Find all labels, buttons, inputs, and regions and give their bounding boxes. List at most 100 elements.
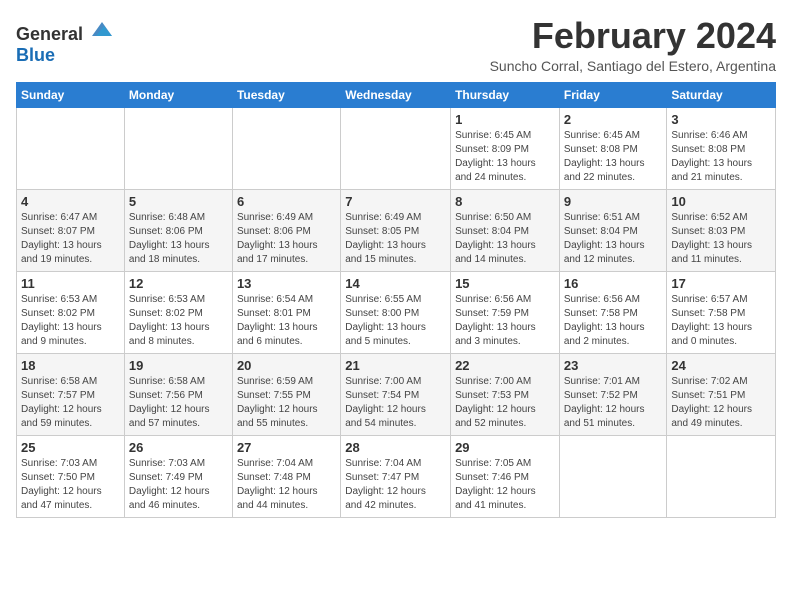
calendar-cell	[232, 107, 340, 189]
day-number: 13	[237, 276, 336, 291]
calendar-cell: 24 Sunrise: 7:02 AM Sunset: 7:51 PM Dayli…	[667, 353, 776, 435]
day-info: Sunrise: 6:53 AM Sunset: 8:02 PM Dayligh…	[21, 293, 120, 349]
day-number: 14	[345, 276, 446, 291]
day-info: Sunrise: 7:00 AM Sunset: 7:53 PM Dayligh…	[455, 375, 555, 431]
weekday-header-sunday: Sunday	[17, 82, 125, 107]
weekday-header-tuesday: Tuesday	[232, 82, 340, 107]
day-number: 24	[671, 358, 771, 373]
day-number: 2	[564, 112, 663, 127]
day-number: 21	[345, 358, 446, 373]
day-number: 28	[345, 440, 446, 455]
day-info: Sunrise: 6:59 AM Sunset: 7:55 PM Dayligh…	[237, 375, 336, 431]
day-number: 22	[455, 358, 555, 373]
location-subtitle: Suncho Corral, Santiago del Estero, Arge…	[490, 58, 776, 74]
logo-text: General Blue	[16, 20, 114, 66]
calendar-cell: 10Sunrise: 6:52 AM Sunset: 8:03 PM Dayli…	[667, 189, 776, 271]
day-info: Sunrise: 7:05 AM Sunset: 7:46 PM Dayligh…	[455, 457, 555, 513]
calendar-cell: 19 Sunrise: 6:58 AM Sunset: 7:56 PM Dayli…	[124, 353, 232, 435]
weekday-header-thursday: Thursday	[451, 82, 560, 107]
day-info: Sunrise: 6:45 AM Sunset: 8:09 PM Dayligh…	[455, 129, 555, 185]
calendar-cell: 16Sunrise: 6:56 AM Sunset: 7:58 PM Dayli…	[559, 271, 667, 353]
day-info: Sunrise: 7:02 AM Sunset: 7:51 PM Dayligh…	[671, 375, 771, 431]
day-info: Sunrise: 7:00 AM Sunset: 7:54 PM Dayligh…	[345, 375, 446, 431]
weekday-header-monday: Monday	[124, 82, 232, 107]
calendar-week-2: 4 Sunrise: 6:47 AM Sunset: 8:07 PM Daylig…	[17, 189, 776, 271]
calendar-cell: 2Sunrise: 6:45 AM Sunset: 8:08 PM Daylig…	[559, 107, 667, 189]
calendar-cell: 11 Sunrise: 6:53 AM Sunset: 8:02 PM Dayli…	[17, 271, 125, 353]
calendar-cell	[124, 107, 232, 189]
day-number: 17	[671, 276, 771, 291]
day-info: Sunrise: 6:49 AM Sunset: 8:06 PM Dayligh…	[237, 211, 336, 267]
weekday-header-friday: Friday	[559, 82, 667, 107]
day-number: 4	[21, 194, 120, 209]
day-number: 6	[237, 194, 336, 209]
day-number: 7	[345, 194, 446, 209]
day-info: Sunrise: 6:54 AM Sunset: 8:01 PM Dayligh…	[237, 293, 336, 349]
day-info: Sunrise: 6:58 AM Sunset: 7:56 PM Dayligh…	[129, 375, 228, 431]
day-number: 27	[237, 440, 336, 455]
day-number: 5	[129, 194, 228, 209]
day-number: 16	[564, 276, 663, 291]
day-info: Sunrise: 6:50 AM Sunset: 8:04 PM Dayligh…	[455, 211, 555, 267]
calendar-cell: 27 Sunrise: 7:04 AM Sunset: 7:48 PM Dayli…	[232, 435, 340, 517]
calendar-cell	[667, 435, 776, 517]
calendar-cell: 9 Sunrise: 6:51 AM Sunset: 8:04 PM Daylig…	[559, 189, 667, 271]
day-number: 18	[21, 358, 120, 373]
weekday-header-wednesday: Wednesday	[341, 82, 451, 107]
day-info: Sunrise: 6:53 AM Sunset: 8:02 PM Dayligh…	[129, 293, 228, 349]
calendar-cell: 3 Sunrise: 6:46 AM Sunset: 8:08 PM Daylig…	[667, 107, 776, 189]
day-info: Sunrise: 7:04 AM Sunset: 7:48 PM Dayligh…	[237, 457, 336, 513]
calendar-cell: 14 Sunrise: 6:55 AM Sunset: 8:00 PM Dayli…	[341, 271, 451, 353]
calendar-cell: 5Sunrise: 6:48 AM Sunset: 8:06 PM Daylig…	[124, 189, 232, 271]
day-info: Sunrise: 6:58 AM Sunset: 7:57 PM Dayligh…	[21, 375, 120, 431]
calendar-cell: 26 Sunrise: 7:03 AM Sunset: 7:49 PM Dayli…	[124, 435, 232, 517]
calendar-cell: 21 Sunrise: 7:00 AM Sunset: 7:54 PM Dayli…	[341, 353, 451, 435]
calendar-header-row: SundayMondayTuesdayWednesdayThursdayFrid…	[17, 82, 776, 107]
day-number: 3	[671, 112, 771, 127]
calendar-cell	[559, 435, 667, 517]
day-number: 12	[129, 276, 228, 291]
month-title: February 2024	[490, 16, 776, 56]
logo: General Blue	[16, 20, 114, 66]
calendar-week-3: 11 Sunrise: 6:53 AM Sunset: 8:02 PM Dayli…	[17, 271, 776, 353]
day-info: Sunrise: 6:46 AM Sunset: 8:08 PM Dayligh…	[671, 129, 771, 185]
day-info: Sunrise: 7:03 AM Sunset: 7:49 PM Dayligh…	[129, 457, 228, 513]
day-number: 25	[21, 440, 120, 455]
calendar-cell: 12 Sunrise: 6:53 AM Sunset: 8:02 PM Dayli…	[124, 271, 232, 353]
calendar-cell: 20 Sunrise: 6:59 AM Sunset: 7:55 PM Dayli…	[232, 353, 340, 435]
calendar-cell: 15Sunrise: 6:56 AM Sunset: 7:59 PM Dayli…	[451, 271, 560, 353]
calendar-cell: 6 Sunrise: 6:49 AM Sunset: 8:06 PM Daylig…	[232, 189, 340, 271]
calendar-cell: 1 Sunrise: 6:45 AM Sunset: 8:09 PM Daylig…	[451, 107, 560, 189]
day-number: 9	[564, 194, 663, 209]
calendar-cell: 18 Sunrise: 6:58 AM Sunset: 7:57 PM Dayli…	[17, 353, 125, 435]
day-number: 26	[129, 440, 228, 455]
day-number: 1	[455, 112, 555, 127]
calendar-week-5: 25Sunrise: 7:03 AM Sunset: 7:50 PM Dayli…	[17, 435, 776, 517]
logo-icon	[90, 20, 114, 40]
calendar-cell: 4 Sunrise: 6:47 AM Sunset: 8:07 PM Daylig…	[17, 189, 125, 271]
day-info: Sunrise: 7:01 AM Sunset: 7:52 PM Dayligh…	[564, 375, 663, 431]
page-header: General Blue February 2024 Suncho Corral…	[16, 16, 776, 74]
day-number: 19	[129, 358, 228, 373]
calendar-table: SundayMondayTuesdayWednesdayThursdayFrid…	[16, 82, 776, 518]
calendar-cell: 22 Sunrise: 7:00 AM Sunset: 7:53 PM Dayli…	[451, 353, 560, 435]
day-number: 20	[237, 358, 336, 373]
title-block: February 2024 Suncho Corral, Santiago de…	[490, 16, 776, 74]
day-number: 23	[564, 358, 663, 373]
calendar-cell: 28 Sunrise: 7:04 AM Sunset: 7:47 PM Dayli…	[341, 435, 451, 517]
day-info: Sunrise: 6:51 AM Sunset: 8:04 PM Dayligh…	[564, 211, 663, 267]
day-info: Sunrise: 6:57 AM Sunset: 7:58 PM Dayligh…	[671, 293, 771, 349]
calendar-cell: 7Sunrise: 6:49 AM Sunset: 8:05 PM Daylig…	[341, 189, 451, 271]
calendar-cell: 25Sunrise: 7:03 AM Sunset: 7:50 PM Dayli…	[17, 435, 125, 517]
day-info: Sunrise: 6:56 AM Sunset: 7:59 PM Dayligh…	[455, 293, 555, 349]
day-number: 11	[21, 276, 120, 291]
calendar-cell	[341, 107, 451, 189]
day-info: Sunrise: 6:47 AM Sunset: 8:07 PM Dayligh…	[21, 211, 120, 267]
weekday-header-saturday: Saturday	[667, 82, 776, 107]
day-info: Sunrise: 6:55 AM Sunset: 8:00 PM Dayligh…	[345, 293, 446, 349]
day-number: 10	[671, 194, 771, 209]
calendar-week-4: 18 Sunrise: 6:58 AM Sunset: 7:57 PM Dayli…	[17, 353, 776, 435]
day-info: Sunrise: 7:04 AM Sunset: 7:47 PM Dayligh…	[345, 457, 446, 513]
calendar-cell: 8Sunrise: 6:50 AM Sunset: 8:04 PM Daylig…	[451, 189, 560, 271]
calendar-cell: 23 Sunrise: 7:01 AM Sunset: 7:52 PM Dayli…	[559, 353, 667, 435]
